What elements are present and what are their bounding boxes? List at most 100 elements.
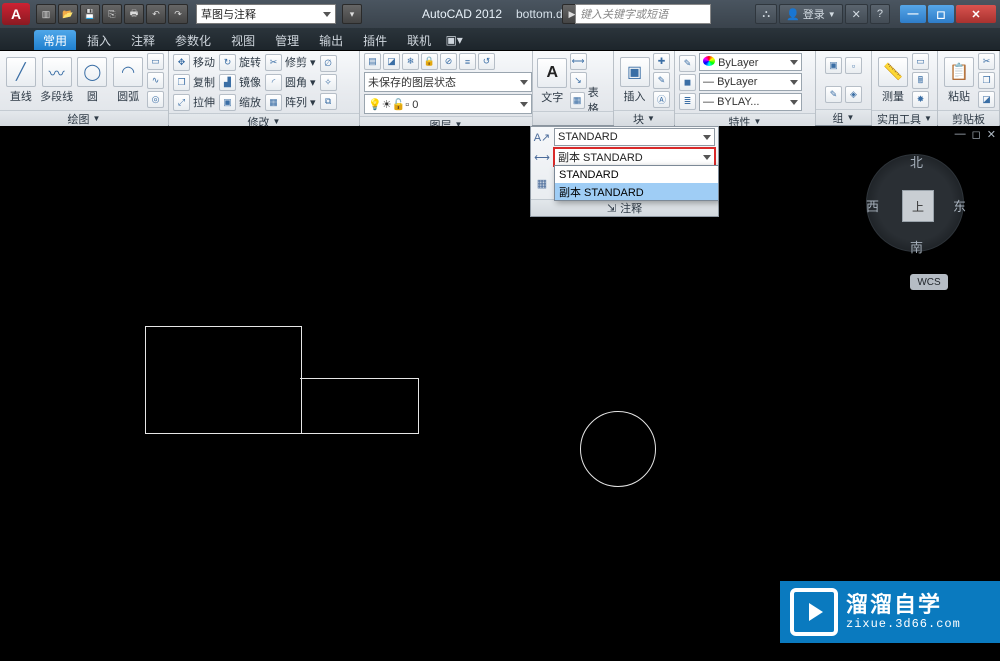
doc-close-button[interactable]: ✕ bbox=[987, 128, 996, 141]
line-button[interactable]: ╱直线 bbox=[4, 57, 38, 104]
app-logo[interactable]: A bbox=[2, 3, 30, 25]
attr-block-icon[interactable]: Ⓐ bbox=[653, 91, 670, 108]
qat-open-icon[interactable]: 📂 bbox=[58, 4, 78, 24]
dimstyle-icon[interactable]: ⟷ bbox=[534, 149, 550, 165]
color-icon[interactable]: ◼ bbox=[679, 74, 696, 91]
dim-linear-icon[interactable]: ⟷ bbox=[570, 53, 587, 70]
tab-extra-icon[interactable]: ▣▾ bbox=[442, 30, 466, 50]
erase-icon[interactable]: ∅ bbox=[320, 55, 337, 72]
infocenter-icon[interactable]: ⛬ bbox=[755, 4, 777, 24]
exchange-icon[interactable]: ✕ bbox=[845, 4, 868, 24]
circle-button[interactable]: ◯圆 bbox=[76, 57, 110, 104]
qat-customize-icon[interactable]: ▾ bbox=[342, 4, 362, 24]
drawn-rectangle-2[interactable] bbox=[300, 378, 419, 434]
offset-icon[interactable]: ⧉ bbox=[320, 93, 337, 110]
matchprop-icon[interactable]: ✎ bbox=[679, 55, 696, 72]
qat-undo-icon[interactable]: ↶ bbox=[146, 4, 166, 24]
list-icon[interactable]: ≣ bbox=[679, 93, 696, 110]
layer-off-icon[interactable]: ⊘ bbox=[440, 53, 457, 70]
measure-button[interactable]: 📏测量 bbox=[876, 57, 910, 104]
leader-icon[interactable]: ↘ bbox=[570, 72, 587, 89]
tab-manage[interactable]: 管理 bbox=[266, 30, 308, 50]
spline-icon[interactable]: ∿ bbox=[147, 72, 164, 89]
tab-home[interactable]: 常用 bbox=[34, 30, 76, 50]
qat-saveas-icon[interactable]: ⎘ bbox=[102, 4, 122, 24]
select-icon[interactable]: ▭ bbox=[912, 53, 929, 70]
group-edit-icon[interactable]: ✎ bbox=[825, 86, 842, 103]
panel-clipboard-title[interactable]: 剪贴板 bbox=[938, 110, 999, 126]
array-button[interactable]: ▦阵列▾ bbox=[265, 93, 318, 111]
viewcube-east[interactable]: 东 bbox=[953, 196, 966, 215]
dimstyle-dropdown[interactable]: 副本 STANDARD bbox=[553, 147, 716, 167]
mirror-button[interactable]: ▟镜像 bbox=[219, 73, 263, 91]
create-block-icon[interactable]: ✚ bbox=[653, 53, 670, 70]
rotate-button[interactable]: ↻旋转 bbox=[219, 53, 263, 71]
dimstyle-option-standard[interactable]: STANDARD bbox=[555, 166, 718, 183]
copy-button[interactable]: ❐复制 bbox=[173, 73, 217, 91]
move-button[interactable]: ✥移动 bbox=[173, 53, 217, 71]
drawing-canvas[interactable]: A↗ STANDARD ⟷ 副本 STANDARD ▦ ⇲注释 STANDARD… bbox=[0, 126, 1000, 661]
layer-prop-icon[interactable]: ▤ bbox=[364, 53, 381, 70]
window-maximize-button[interactable]: ◻ bbox=[928, 5, 954, 23]
id-icon[interactable]: ✸ bbox=[912, 91, 929, 108]
tab-annotate[interactable]: 注释 bbox=[122, 30, 164, 50]
table-button[interactable]: ▦表格 bbox=[570, 91, 609, 109]
qat-save-icon[interactable]: 💾 bbox=[80, 4, 100, 24]
scale-button[interactable]: ▣缩放 bbox=[219, 93, 263, 111]
window-close-button[interactable]: ✕ bbox=[956, 5, 996, 23]
trim-button[interactable]: ✂修剪▾ bbox=[265, 53, 318, 71]
match-icon[interactable]: ◪ bbox=[978, 91, 995, 108]
paste-button[interactable]: 📋粘贴 bbox=[942, 57, 976, 104]
tab-parametric[interactable]: 参数化 bbox=[166, 30, 220, 50]
viewcube-west[interactable]: 西 bbox=[866, 196, 879, 215]
tab-online[interactable]: 联机 bbox=[398, 30, 440, 50]
insert-block-button[interactable]: ▣插入 bbox=[618, 57, 651, 104]
layer-iso-icon[interactable]: ◪ bbox=[383, 53, 400, 70]
stretch-button[interactable]: ⤢拉伸 bbox=[173, 93, 217, 111]
help-icon[interactable]: ? bbox=[870, 4, 890, 24]
layer-dropdown[interactable]: 💡☀🔓▫ 0 bbox=[364, 94, 532, 114]
layer-lock-icon[interactable]: 🔒 bbox=[421, 53, 438, 70]
annotation-panel-title[interactable]: ⇲注释 bbox=[531, 199, 718, 216]
text-button[interactable]: A文字 bbox=[537, 58, 568, 105]
copy-clip-icon[interactable]: ❐ bbox=[978, 72, 995, 89]
arc-button[interactable]: ◠圆弧 bbox=[111, 57, 145, 104]
tab-view[interactable]: 视图 bbox=[222, 30, 264, 50]
wcs-badge[interactable]: WCS bbox=[910, 274, 948, 290]
tab-insert[interactable]: 插入 bbox=[78, 30, 120, 50]
panel-group-title[interactable]: 组▼ bbox=[816, 109, 871, 125]
drawn-circle[interactable] bbox=[580, 411, 656, 487]
quickcalc-icon[interactable]: 🖩 bbox=[912, 72, 929, 89]
viewcube-south[interactable]: 南 bbox=[910, 237, 923, 256]
group-create-icon[interactable]: ▣ bbox=[825, 57, 842, 74]
qat-new-icon[interactable]: ▥ bbox=[36, 4, 56, 24]
drawn-rectangle-1[interactable] bbox=[145, 326, 302, 434]
linetype-dropdown[interactable]: — BYLAY... bbox=[699, 93, 802, 111]
qat-print-icon[interactable]: 🖶 bbox=[124, 4, 144, 24]
edit-block-icon[interactable]: ✎ bbox=[653, 72, 670, 89]
layer-match-icon[interactable]: ≡ bbox=[459, 53, 476, 70]
panel-draw-title[interactable]: 绘图▼ bbox=[0, 110, 168, 126]
fillet-button[interactable]: ◜圆角▾ bbox=[265, 73, 318, 91]
color-dropdown[interactable]: ByLayer bbox=[699, 53, 802, 71]
panel-block-title[interactable]: 块▼ bbox=[614, 110, 674, 126]
ellipse-icon[interactable]: ◎ bbox=[147, 91, 164, 108]
viewcube-top-face[interactable]: 上 bbox=[902, 190, 934, 222]
dimstyle-option-copy-standard[interactable]: 副本 STANDARD bbox=[555, 183, 718, 200]
panel-utilities-title[interactable]: 实用工具▼ bbox=[872, 110, 937, 126]
lineweight-dropdown[interactable]: — ByLayer bbox=[699, 73, 802, 91]
tab-addins[interactable]: 插件 bbox=[354, 30, 396, 50]
layer-freeze-icon[interactable]: ❄ bbox=[402, 53, 419, 70]
tab-output[interactable]: 输出 bbox=[310, 30, 352, 50]
tablestyle-icon[interactable]: ▦ bbox=[534, 175, 550, 191]
window-minimize-button[interactable]: — bbox=[900, 5, 926, 23]
layerstate-dropdown[interactable]: 未保存的图层状态 bbox=[364, 72, 532, 92]
textstyle-icon[interactable]: A↗ bbox=[534, 129, 550, 145]
viewcube[interactable]: 北 南 西 东 上 bbox=[860, 148, 970, 258]
explode-icon[interactable]: ✧ bbox=[320, 74, 337, 91]
doc-restore-button[interactable]: ◻ bbox=[972, 128, 981, 141]
doc-minimize-button[interactable]: — bbox=[955, 128, 966, 141]
search-input[interactable]: 键入关键字或短语 bbox=[575, 4, 711, 24]
cut-icon[interactable]: ✂ bbox=[978, 53, 995, 70]
group-ungroup-icon[interactable]: ▫ bbox=[845, 57, 862, 74]
